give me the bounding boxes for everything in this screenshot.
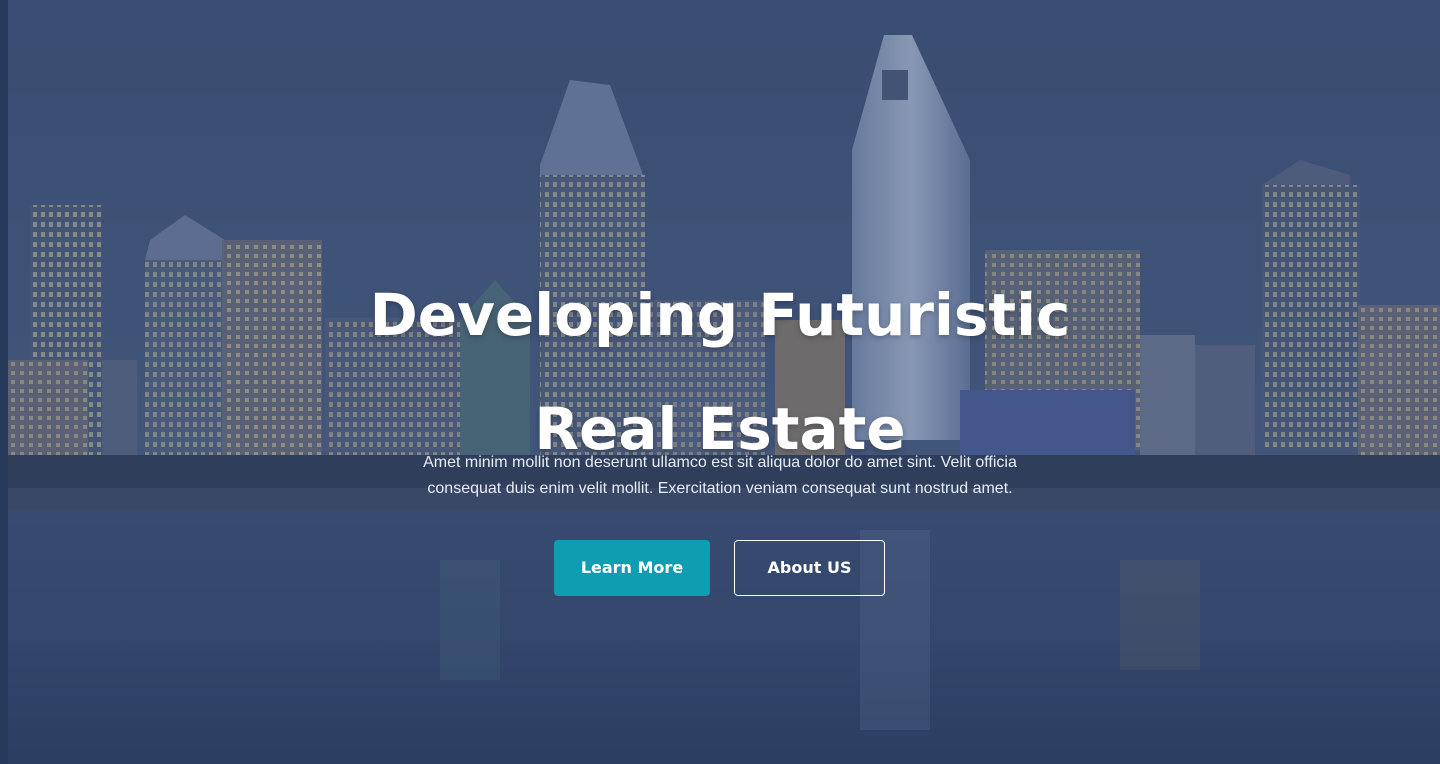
- about-us-button[interactable]: About US: [734, 540, 885, 596]
- hero-description-line-1: Amet minim mollit non deserunt ullamco e…: [423, 454, 1017, 471]
- learn-more-button[interactable]: Learn More: [554, 540, 710, 596]
- hero-description-line-2: consequat duis enim velit mollit. Exerci…: [427, 480, 1013, 497]
- hero-content: Developing Futuristic Real Estate Amet m…: [0, 0, 1440, 764]
- hero-section: Developing Futuristic Real Estate Amet m…: [0, 0, 1440, 764]
- hero-headline-line-1: Developing Futuristic: [369, 281, 1071, 349]
- hero-description: Amet minim mollit non deserunt ullamco e…: [380, 450, 1060, 502]
